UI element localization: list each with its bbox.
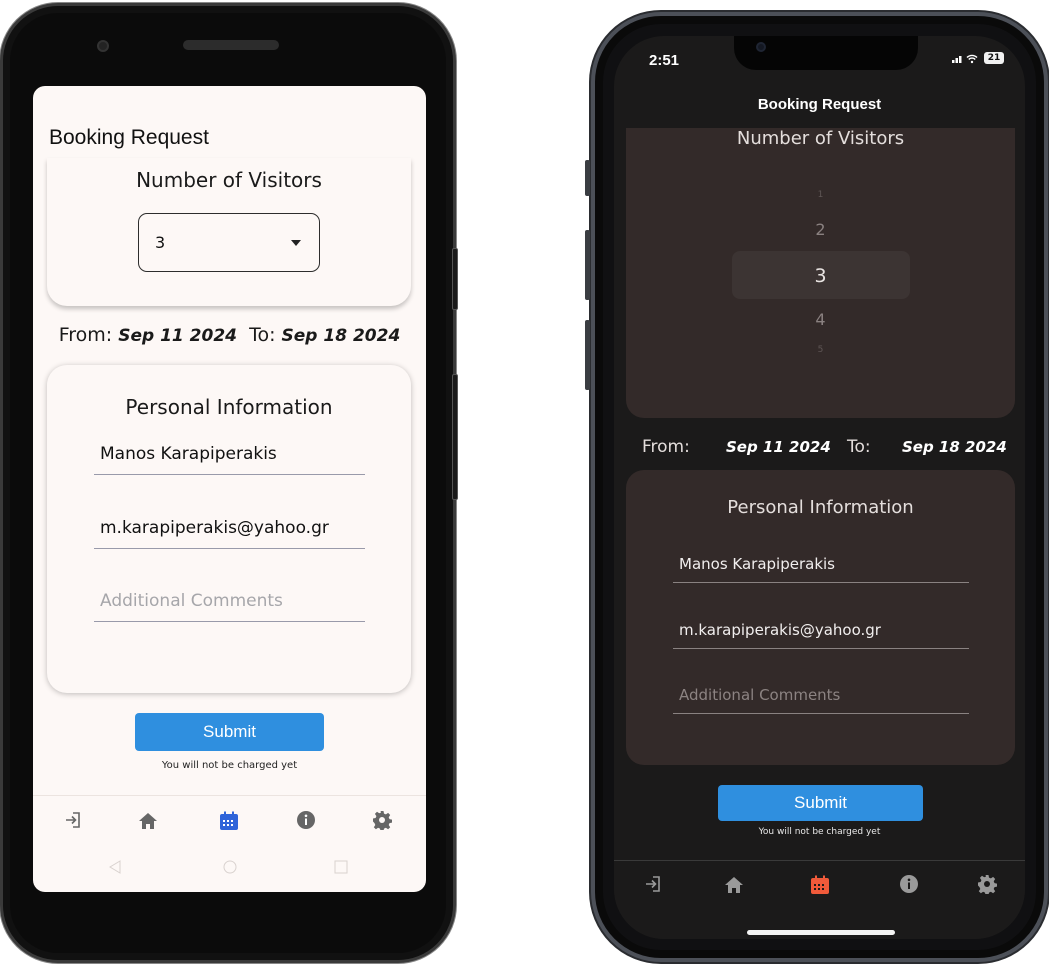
visitors-dropdown-value: 3: [155, 233, 166, 252]
system-home-icon[interactable]: [222, 859, 238, 879]
comments-field-placeholder: Additional Comments: [100, 591, 283, 611]
personal-info-card: Personal Information Manos Karapiperakis…: [626, 470, 1015, 765]
calendar-icon[interactable]: [218, 810, 240, 832]
status-icons: [952, 52, 980, 67]
email-field[interactable]: m.karapiperakis@yahoo.gr: [94, 509, 365, 549]
comments-field-placeholder: Additional Comments: [679, 686, 841, 704]
page-title: Booking Request: [757, 96, 882, 113]
to-date: Sep 18 2024: [281, 326, 401, 346]
visitors-card: Number of Visitors 3: [47, 158, 411, 306]
battery-indicator: 21: [984, 52, 1004, 64]
home-icon[interactable]: [722, 874, 746, 898]
status-bar: [33, 86, 426, 110]
to-label: To:: [249, 324, 276, 346]
ios-volume-down-button: [585, 320, 590, 390]
from-date: Sep 11 2024: [726, 438, 831, 456]
name-field[interactable]: Manos Karapiperakis: [673, 545, 969, 583]
settings-icon[interactable]: [371, 810, 393, 832]
calendar-icon[interactable]: [808, 874, 832, 898]
login-icon[interactable]: [641, 874, 665, 898]
system-back-icon[interactable]: [107, 859, 123, 879]
info-icon[interactable]: [295, 810, 317, 832]
charge-note: You will not be charged yet: [161, 760, 298, 771]
picker-option[interactable]: 1: [626, 190, 1015, 200]
submit-button[interactable]: Submit: [135, 713, 324, 751]
picker-option[interactable]: 5: [626, 345, 1015, 355]
from-label: From:: [58, 324, 113, 346]
email-field[interactable]: m.karapiperakis@yahoo.gr: [673, 611, 969, 649]
from-date: Sep 11 2024: [118, 326, 237, 346]
from-label: From:: [642, 437, 690, 457]
bottom-nav: [33, 795, 426, 847]
info-icon[interactable]: [897, 874, 921, 898]
android-screen: Booking Request Number of Visitors 3 Fro…: [33, 86, 426, 892]
bottom-nav: [614, 860, 1025, 939]
personal-info-title: Personal Information: [125, 395, 333, 419]
comments-field[interactable]: Additional Comments: [673, 676, 969, 714]
earpiece-speaker: [183, 40, 279, 50]
notch: [734, 36, 918, 70]
login-icon[interactable]: [62, 810, 84, 832]
comments-field[interactable]: Additional Comments: [94, 582, 365, 622]
home-icon[interactable]: [137, 810, 159, 832]
settings-icon[interactable]: [975, 874, 999, 898]
ios-silent-switch: [585, 160, 590, 196]
status-time: 2:51: [649, 52, 680, 69]
to-date: Sep 18 2024: [902, 438, 1007, 456]
submit-button[interactable]: Submit: [718, 785, 923, 821]
front-camera: [756, 42, 766, 52]
date-range: From: Sep 11 2024 To: Sep 18 2024: [33, 324, 426, 346]
name-field-value: Manos Karapiperakis: [100, 444, 277, 464]
ios-volume-up-button: [585, 230, 590, 300]
system-nav-bar: [33, 847, 426, 892]
personal-info-card: Personal Information Manos Karapiperakis…: [47, 365, 411, 693]
name-field[interactable]: Manos Karapiperakis: [94, 435, 365, 475]
home-indicator[interactable]: [747, 930, 895, 935]
email-field-value: m.karapiperakis@yahoo.gr: [100, 518, 329, 538]
visitors-card-title: Number of Visitors: [136, 168, 322, 192]
picker-option[interactable]: 4: [626, 310, 1015, 329]
picker-option[interactable]: 2: [626, 220, 1015, 239]
charge-note: You will not be charged yet: [758, 827, 881, 837]
system-recents-icon[interactable]: [333, 859, 349, 879]
visitors-dropdown[interactable]: 3: [138, 213, 320, 272]
ios-screen: 2:51 21 Booking Request Number of Visito…: [614, 36, 1025, 939]
android-volume-button: [452, 248, 458, 310]
visitors-card: Number of Visitors 1 2 3 4 5: [626, 128, 1015, 418]
front-camera: [97, 40, 109, 52]
personal-info-title: Personal Information: [727, 497, 914, 518]
visitors-card-title: Number of Visitors: [736, 128, 905, 149]
android-power-button: [452, 374, 458, 500]
page-title: Booking Request: [49, 126, 209, 149]
email-field-value: m.karapiperakis@yahoo.gr: [679, 621, 881, 639]
name-field-value: Manos Karapiperakis: [679, 555, 835, 573]
to-label: To:: [847, 437, 871, 457]
caret-down-icon: [291, 240, 301, 246]
picker-option-selected[interactable]: 3: [626, 265, 1015, 287]
